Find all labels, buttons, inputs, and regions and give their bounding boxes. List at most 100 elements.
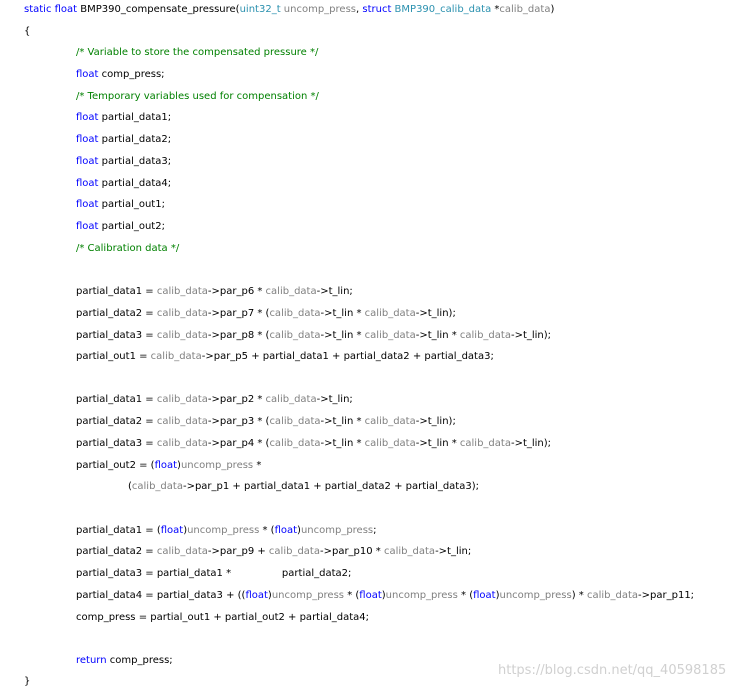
code-token: } [24,676,31,687]
code-token: partial_out2; [101,221,165,232]
code-token: comp_press = partial_out1 + partial_out2… [76,612,370,623]
code-token: calib_data [156,286,208,297]
code-line: comp_press = partial_out1 + partial_out2… [76,612,369,626]
code-token: ->t_lin * [320,416,365,427]
code-line: float partial_data4; [76,178,171,192]
code-line: (calib_data->par_p1 + partial_data1 + pa… [128,481,479,495]
code-token: ->par_p10 * [319,546,384,557]
code-token: ->t_lin; [316,394,353,405]
code-token: partial_data2 = [76,416,157,427]
code-token: uint32_t [239,4,281,15]
code-token: float [76,178,102,189]
code-token: ; [373,525,377,536]
code-token: ->t_lin * [320,438,365,449]
code-token: calib_data [364,308,416,319]
code-token: static float [24,4,81,15]
code-token: uncomp_press [180,460,254,471]
code-token: float [359,590,382,601]
code-token: * ( [259,525,275,536]
code-token: calib_data [269,438,321,449]
code-token: calib_data [364,330,416,341]
code-token: float [473,590,496,601]
code-token: float [76,69,102,80]
code-token: ->par_p2 * [207,394,266,405]
code-line: partial_data3 = calib_data->par_p4 * (ca… [76,438,551,452]
code-token: partial_data1 = [76,286,157,297]
code-token: ->par_p1 + partial_data1 + partial_data2… [182,481,479,492]
code-line: partial_data2 = calib_data->par_p7 * (ca… [76,308,456,322]
code-token: partial_data2; [101,134,172,145]
code-token: ->par_p5 + partial_data1 + partial_data2… [201,351,494,362]
code-token: comp_press; [109,655,173,666]
code-token: partial_data4 = partial_data3 + (( [76,590,246,601]
watermark: https://blog.csdn.net/qq_40598185 [498,663,727,678]
code-token: /* Temporary variables used for compensa… [76,91,319,102]
code-line: partial_out1 = calib_data->par_p5 + part… [76,351,494,365]
code-token: partial_data4; [101,178,172,189]
code-token: calib_data [268,546,320,557]
code-line: /* Variable to store the compensated pre… [76,47,318,61]
code-line: float partial_data3; [76,156,171,170]
code-token: float [154,460,178,471]
code-token: /* Variable to store the compensated pre… [76,47,319,58]
code-token: ->t_lin); [510,330,552,341]
code-token: float [76,112,102,123]
code-token: partial_data3 = partial_data1 * partial_… [76,568,352,579]
code-token: ->t_lin); [510,438,552,449]
code-token: BMP390_calib_data [394,4,492,15]
code-token: partial_data2 = [76,308,157,319]
code-token: * ( [457,590,474,601]
code-token: * ( [344,590,360,601]
code-line: partial_data4 = partial_data3 + ((float)… [76,590,694,604]
code-token: comp_press; [101,69,165,80]
code-token: partial_data3 = [76,438,157,449]
code-token: partial_data1; [101,112,172,123]
code-line: static float BMP390_compensate_pressure(… [24,4,554,18]
code-token: ->par_p8 * ( [207,330,270,341]
code-token: partial_data2 = [76,546,157,557]
code-token: float [76,134,102,145]
code-token: calib_data [384,546,436,557]
code-token: uncomp_press [385,590,458,601]
code-token: calib_data [364,416,416,427]
code-token: partial_data1 = [76,394,157,405]
code-line: float comp_press; [76,69,165,83]
code-token: float [274,525,298,536]
code-token: float [160,525,184,536]
code-line: } [24,676,30,690]
code-line: float partial_data1; [76,112,171,126]
code-token: * [253,460,262,471]
code-line: float partial_data2; [76,134,171,148]
code-token: calib_data [586,590,639,601]
code-line: partial_data2 = calib_data->par_p3 * (ca… [76,416,456,430]
code-token: ->t_lin * [415,438,460,449]
code-token: partial_data1 = ( [76,525,161,536]
code-token: partial_data3; [101,156,172,167]
code-token: ->t_lin * [320,308,365,319]
code-token: uncomp_press [300,525,374,536]
code-line: partial_data3 = calib_data->par_p8 * (ca… [76,330,551,344]
code-token: ->t_lin * [320,330,365,341]
code-line: { [24,26,30,40]
code-token: calib_data [156,438,208,449]
code-token: calib_data [265,394,317,405]
code-line: partial_data1 = calib_data->par_p2 * cal… [76,394,353,408]
code-token: partial_data3 = [76,330,157,341]
code-token: calib_data [156,546,208,557]
code-token: calib_data [269,416,321,427]
code-token: ->t_lin * [415,330,460,341]
code-token: ->t_lin; [316,286,353,297]
code-token: ->par_p11; [638,590,695,601]
code-token: calib_data [156,394,208,405]
code-line: /* Temporary variables used for compensa… [76,91,319,105]
code-token: ) [550,4,555,15]
code-token: partial_out2 = ( [76,460,155,471]
code-token: float [245,590,268,601]
code-line: /* Calibration data */ [76,243,179,257]
code-token: uncomp_press [271,590,345,601]
code-token: partial_out1; [101,199,165,210]
code-token: uncomp_press [280,4,356,15]
code-token: ->t_lin; [435,546,472,557]
code-line: partial_data1 = (float)uncomp_press * (f… [76,525,377,539]
code-token: float [76,156,102,167]
